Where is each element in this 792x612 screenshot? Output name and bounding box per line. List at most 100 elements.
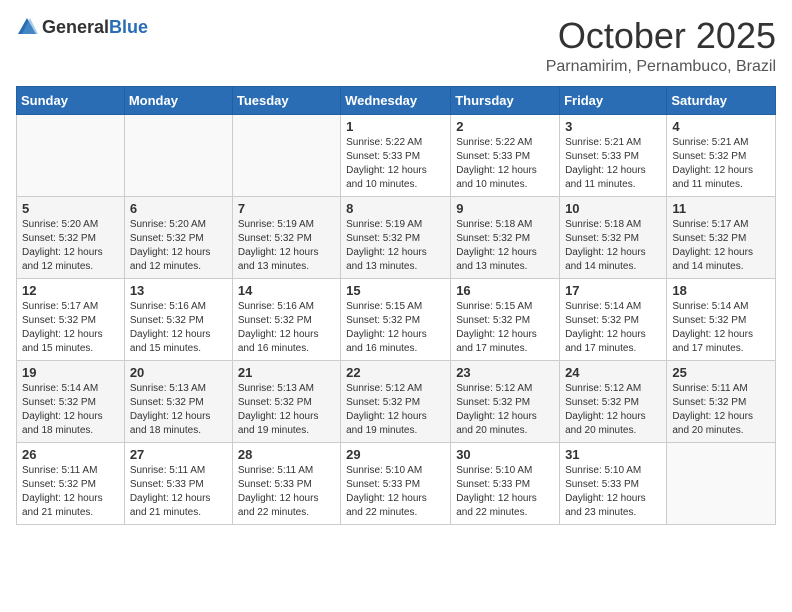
day-number: 31 [565,447,661,462]
day-info: Sunrise: 5:10 AM Sunset: 5:33 PM Dayligh… [346,464,445,520]
day-info: Sunrise: 5:11 AM Sunset: 5:32 PM Dayligh… [672,382,770,438]
day-number: 17 [565,283,661,298]
logo-icon [16,16,38,38]
day-number: 11 [672,201,770,216]
day-cell: 28Sunrise: 5:11 AM Sunset: 5:33 PM Dayli… [232,442,340,524]
day-info: Sunrise: 5:19 AM Sunset: 5:32 PM Dayligh… [238,218,335,274]
title-section: October 2025 Parnamirim, Pernambuco, Bra… [546,16,776,76]
day-cell: 27 Sunrise: 5:11 AM Sunset: 5:33 PM Dayli… [124,442,232,524]
day-number: 20 [130,365,227,380]
day-number: 4 [672,119,770,134]
day-info: Sunrise: 5:18 AM Sunset: 5:32 PM Dayligh… [565,218,661,274]
day-cell: 4 Sunrise: 5:21 AM Sunset: 5:32 PM Daylig… [667,114,776,196]
day-info: Sunrise: 5:11 AM Sunset: 5:33 PM Dayligh… [238,464,335,520]
day-number: 16 [456,283,554,298]
week-row-2: 5 Sunrise: 5:20 AM Sunset: 5:32 PM Daylig… [17,196,776,278]
day-cell: 9 Sunrise: 5:18 AM Sunset: 5:32 PM Daylig… [451,196,560,278]
month-title: October 2025 [546,16,776,56]
day-number: 15 [346,283,445,298]
day-info: Sunrise: 5:11 AM Sunset: 5:33 PM Dayligh… [130,464,227,520]
day-number: 12 [22,283,119,298]
day-number: 8 [346,201,445,216]
week-row-5: 26Sunrise: 5:11 AM Sunset: 5:32 PM Dayli… [17,442,776,524]
weekday-header-monday: Monday [124,86,232,114]
day-cell: 5 Sunrise: 5:20 AM Sunset: 5:32 PM Daylig… [17,196,125,278]
day-cell: 12 Sunrise: 5:17 AM Sunset: 5:32 PM Dayli… [17,278,125,360]
day-cell: 31 Sunrise: 5:10 AM Sunset: 5:33 PM Dayli… [560,442,667,524]
day-info: Sunrise: 5:22 AM Sunset: 5:33 PM Dayligh… [456,136,554,192]
day-info: Sunrise: 5:18 AM Sunset: 5:32 PM Dayligh… [456,218,554,274]
day-info: Sunrise: 5:12 AM Sunset: 5:32 PM Dayligh… [456,382,554,438]
day-number: 9 [456,201,554,216]
day-cell [17,114,125,196]
day-info: Sunrise: 5:21 AM Sunset: 5:33 PM Dayligh… [565,136,661,192]
day-number: 27 [130,447,227,462]
weekday-header-saturday: Saturday [667,86,776,114]
day-cell: 11Sunrise: 5:17 AM Sunset: 5:32 PM Dayli… [667,196,776,278]
day-cell: 6 Sunrise: 5:20 AM Sunset: 5:32 PM Daylig… [124,196,232,278]
weekday-header-sunday: Sunday [17,86,125,114]
day-cell [667,442,776,524]
day-number: 30 [456,447,554,462]
day-number: 26 [22,447,119,462]
day-number: 29 [346,447,445,462]
day-cell: 15 Sunrise: 5:15 AM Sunset: 5:32 PM Dayli… [341,278,451,360]
day-cell: 26Sunrise: 5:11 AM Sunset: 5:32 PM Dayli… [17,442,125,524]
logo-blue: Blue [109,17,148,37]
day-info: Sunrise: 5:14 AM Sunset: 5:32 PM Dayligh… [565,300,661,356]
day-info: Sunrise: 5:20 AM Sunset: 5:32 PM Dayligh… [22,218,119,274]
week-row-4: 19 Sunrise: 5:14 AM Sunset: 5:32 PM Dayli… [17,360,776,442]
day-cell: 10Sunrise: 5:18 AM Sunset: 5:32 PM Dayli… [560,196,667,278]
day-number: 25 [672,365,770,380]
day-info: Sunrise: 5:12 AM Sunset: 5:32 PM Dayligh… [346,382,445,438]
day-info: Sunrise: 5:21 AM Sunset: 5:32 PM Dayligh… [672,136,770,192]
day-info: Sunrise: 5:15 AM Sunset: 5:32 PM Dayligh… [456,300,554,356]
logo: GeneralBlue [16,16,148,38]
day-number: 3 [565,119,661,134]
day-cell: 14Sunrise: 5:16 AM Sunset: 5:32 PM Dayli… [232,278,340,360]
day-number: 13 [130,283,227,298]
location-title: Parnamirim, Pernambuco, Brazil [546,58,776,76]
day-cell: 20 Sunrise: 5:13 AM Sunset: 5:32 PM Dayli… [124,360,232,442]
day-number: 6 [130,201,227,216]
day-cell: 24Sunrise: 5:12 AM Sunset: 5:32 PM Dayli… [560,360,667,442]
logo-text: GeneralBlue [42,17,148,38]
day-cell: 23Sunrise: 5:12 AM Sunset: 5:32 PM Dayli… [451,360,560,442]
day-info: Sunrise: 5:10 AM Sunset: 5:33 PM Dayligh… [456,464,554,520]
day-number: 2 [456,119,554,134]
day-info: Sunrise: 5:14 AM Sunset: 5:32 PM Dayligh… [22,382,119,438]
day-cell: 17 Sunrise: 5:14 AM Sunset: 5:32 PM Dayli… [560,278,667,360]
day-number: 1 [346,119,445,134]
day-cell: 22Sunrise: 5:12 AM Sunset: 5:32 PM Dayli… [341,360,451,442]
day-number: 19 [22,365,119,380]
day-cell: 1 Sunrise: 5:22 AM Sunset: 5:33 PM Daylig… [341,114,451,196]
day-info: Sunrise: 5:17 AM Sunset: 5:32 PM Dayligh… [22,300,119,356]
weekday-header-thursday: Thursday [451,86,560,114]
weekday-header-friday: Friday [560,86,667,114]
day-info: Sunrise: 5:10 AM Sunset: 5:33 PM Dayligh… [565,464,661,520]
day-cell: 30 Sunrise: 5:10 AM Sunset: 5:33 PM Dayli… [451,442,560,524]
day-cell: 7Sunrise: 5:19 AM Sunset: 5:32 PM Daylig… [232,196,340,278]
day-cell: 16 Sunrise: 5:15 AM Sunset: 5:32 PM Dayli… [451,278,560,360]
weekday-header-row: SundayMondayTuesdayWednesdayThursdayFrid… [17,86,776,114]
day-info: Sunrise: 5:22 AM Sunset: 5:33 PM Dayligh… [346,136,445,192]
day-info: Sunrise: 5:13 AM Sunset: 5:32 PM Dayligh… [238,382,335,438]
logo-general: General [42,17,109,37]
day-info: Sunrise: 5:20 AM Sunset: 5:32 PM Dayligh… [130,218,227,274]
calendar-table: SundayMondayTuesdayWednesdayThursdayFrid… [16,86,776,525]
day-number: 5 [22,201,119,216]
day-number: 21 [238,365,335,380]
day-info: Sunrise: 5:14 AM Sunset: 5:32 PM Dayligh… [672,300,770,356]
day-cell: 21 Sunrise: 5:13 AM Sunset: 5:32 PM Dayli… [232,360,340,442]
day-info: Sunrise: 5:15 AM Sunset: 5:32 PM Dayligh… [346,300,445,356]
day-info: Sunrise: 5:19 AM Sunset: 5:32 PM Dayligh… [346,218,445,274]
day-cell [232,114,340,196]
weekday-header-wednesday: Wednesday [341,86,451,114]
day-cell: 29 Sunrise: 5:10 AM Sunset: 5:33 PM Dayli… [341,442,451,524]
day-cell: 13Sunrise: 5:16 AM Sunset: 5:32 PM Dayli… [124,278,232,360]
day-info: Sunrise: 5:13 AM Sunset: 5:32 PM Dayligh… [130,382,227,438]
day-cell: 25 Sunrise: 5:11 AM Sunset: 5:32 PM Dayli… [667,360,776,442]
page-header: GeneralBlue October 2025 Parnamirim, Per… [16,16,776,76]
weekday-header-tuesday: Tuesday [232,86,340,114]
day-cell [124,114,232,196]
